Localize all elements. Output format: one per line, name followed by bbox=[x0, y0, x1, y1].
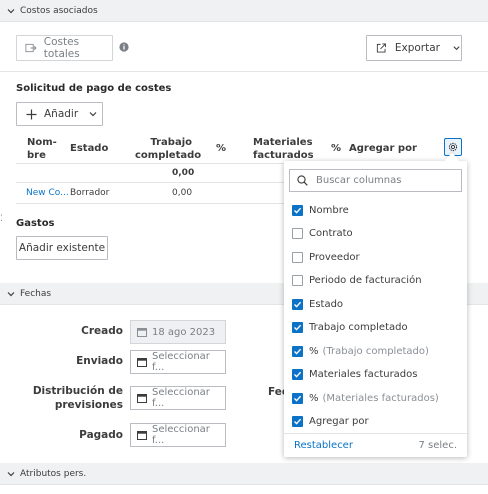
divider bbox=[16, 163, 284, 164]
chevron-down-icon bbox=[7, 471, 15, 476]
calendar-icon bbox=[137, 328, 147, 337]
column-header-percent-work[interactable]: % bbox=[216, 142, 226, 155]
column-option[interactable]: Agregar por bbox=[292, 414, 369, 430]
forecast-distribution-date-field[interactable]: Seleccionar f... bbox=[130, 386, 226, 410]
gear-icon bbox=[448, 142, 458, 152]
created-date-field: 18 ago 2023 bbox=[130, 320, 226, 344]
column-option-label: Contrato bbox=[309, 228, 353, 239]
column-header-group-by[interactable]: Agregar por bbox=[349, 142, 417, 155]
forecast-distribution-label: Distribución de previsiones bbox=[32, 385, 123, 411]
column-option[interactable]: Nombre bbox=[292, 202, 349, 218]
paid-date-placeholder: Seleccionar f... bbox=[152, 424, 210, 446]
attributes-section-header[interactable]: Atributos pers. bbox=[0, 463, 488, 485]
column-header-materials-billed[interactable]: Materiales facturados bbox=[253, 136, 314, 162]
export-button[interactable]: Exportar bbox=[366, 35, 462, 61]
search-icon bbox=[297, 175, 308, 186]
plus-icon bbox=[26, 109, 37, 119]
column-option-sublabel: (Materiales facturados) bbox=[322, 392, 439, 404]
sent-date-placeholder: Seleccionar f... bbox=[152, 351, 210, 373]
add-label: Añadir bbox=[44, 108, 79, 120]
divider bbox=[16, 203, 284, 204]
add-existing-button[interactable]: Añadir existente bbox=[16, 236, 108, 260]
column-option-label: Nombre bbox=[309, 204, 349, 216]
calendar-icon bbox=[137, 431, 147, 440]
column-header-percent-materials[interactable]: % bbox=[331, 142, 341, 155]
checkbox-icon[interactable] bbox=[292, 251, 303, 263]
total-work-value: 0,00 bbox=[172, 168, 195, 178]
column-search-placeholder: Buscar columnas bbox=[316, 175, 402, 186]
column-header-status[interactable]: Estado bbox=[70, 142, 108, 155]
info-icon[interactable] bbox=[119, 42, 129, 52]
add-existing-label: Añadir existente bbox=[18, 242, 106, 254]
checkbox-checked-icon[interactable] bbox=[292, 369, 303, 380]
column-header-work-completed[interactable]: Trabajo completado bbox=[135, 136, 201, 162]
column-picker-footer: Restablecer 7 selec. bbox=[284, 433, 467, 457]
checkbox-checked-icon[interactable] bbox=[292, 298, 303, 310]
column-option[interactable]: Trabajo completado bbox=[292, 320, 408, 336]
row-name-link[interactable]: New Co... bbox=[26, 188, 69, 198]
column-option-label: Estado bbox=[309, 298, 344, 310]
paid-date-field[interactable]: Seleccionar f... bbox=[130, 423, 226, 447]
checkbox-checked-icon[interactable] bbox=[292, 345, 303, 357]
column-picker-popup: Buscar columnas Nombre Contrato Proveedor P… bbox=[284, 161, 467, 457]
column-option-label: Trabajo completado bbox=[309, 322, 408, 333]
row-work-value: 0,00 bbox=[172, 188, 193, 198]
column-option[interactable]: % (Materiales facturados) bbox=[292, 390, 439, 406]
paid-label: Pagado bbox=[79, 429, 123, 441]
chevron-down-icon bbox=[7, 291, 15, 296]
column-option[interactable]: Contrato bbox=[292, 226, 353, 242]
column-option-label: % bbox=[309, 345, 319, 357]
costs-section-title: Costos asociados bbox=[20, 5, 98, 16]
divider bbox=[0, 71, 488, 72]
dates-section-title: Fechas bbox=[20, 288, 52, 299]
column-option[interactable]: Proveedor bbox=[292, 249, 360, 265]
total-costs-button[interactable]: Costes totales bbox=[16, 35, 113, 61]
column-option[interactable]: Estado bbox=[292, 296, 343, 312]
chevron-down-icon bbox=[453, 46, 460, 51]
column-option-label: Agregar por bbox=[309, 416, 369, 427]
checkbox-icon[interactable] bbox=[292, 228, 303, 239]
costs-section-header[interactable]: Costos asociados bbox=[0, 0, 488, 22]
column-option-label: Materiales facturados bbox=[309, 369, 418, 380]
checkbox-checked-icon[interactable] bbox=[292, 416, 303, 427]
export-icon bbox=[25, 43, 37, 53]
column-header-name[interactable]: Nom-bre bbox=[27, 136, 57, 162]
selected-count: 7 selec. bbox=[418, 440, 457, 451]
column-search-input[interactable]: Buscar columnas bbox=[289, 169, 462, 192]
expenses-title: Gastos bbox=[16, 218, 55, 229]
divider bbox=[16, 182, 284, 183]
sent-label: Enviado bbox=[76, 355, 123, 367]
total-costs-label: Costes totales bbox=[43, 36, 80, 60]
column-option-label: Periodo de facturación bbox=[309, 275, 422, 286]
export-label: Exportar bbox=[394, 42, 440, 54]
column-option-label: Proveedor bbox=[309, 251, 360, 263]
calendar-icon bbox=[137, 358, 147, 367]
chevron-down-icon bbox=[89, 112, 97, 117]
column-option[interactable]: Periodo de facturación bbox=[292, 273, 422, 289]
reset-link[interactable]: Restablecer bbox=[294, 440, 353, 451]
checkbox-icon[interactable] bbox=[292, 275, 303, 286]
share-icon bbox=[376, 43, 386, 53]
checkbox-checked-icon[interactable] bbox=[292, 322, 303, 333]
chevron-down-icon bbox=[7, 8, 15, 13]
created-label: Creado bbox=[81, 325, 123, 337]
drag-handle[interactable]: ⁚ bbox=[0, 214, 3, 224]
column-option-label: % bbox=[309, 392, 319, 404]
forecast-distribution-placeholder: Seleccionar f... bbox=[152, 387, 210, 409]
checkbox-checked-icon[interactable] bbox=[292, 392, 303, 404]
attributes-section-title: Atributos pers. bbox=[20, 468, 87, 479]
column-option[interactable]: Materiales facturados bbox=[292, 367, 418, 383]
created-date-value: 18 ago 2023 bbox=[152, 326, 216, 338]
row-status: Borrador bbox=[70, 188, 110, 198]
sent-date-field[interactable]: Seleccionar f... bbox=[130, 350, 226, 374]
calendar-icon bbox=[137, 394, 147, 403]
payment-request-title: Solicitud de pago de costes bbox=[16, 83, 172, 94]
add-button[interactable]: Añadir bbox=[16, 102, 103, 126]
column-option-sublabel: (Trabajo completado) bbox=[322, 345, 429, 357]
column-option[interactable]: % (Trabajo completado) bbox=[292, 343, 429, 359]
checkbox-checked-icon[interactable] bbox=[292, 204, 303, 216]
